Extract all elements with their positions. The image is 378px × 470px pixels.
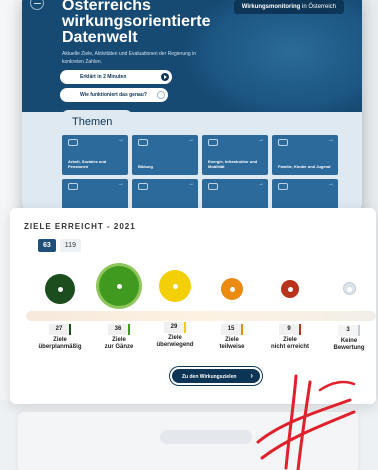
goal-label: Ziele nicht erreicht — [261, 337, 319, 351]
arrow-right-icon: → — [328, 181, 334, 187]
arrow-right-icon: → — [188, 181, 194, 187]
hero-title-line-2: wirkungsorientierte — [62, 13, 211, 30]
train-icon — [208, 139, 218, 146]
arrow-right-icon: → — [188, 137, 194, 143]
tile-label: Energie, Infrastruktur und Mobilität — [208, 159, 258, 169]
goal-label-line-1: Ziele — [53, 337, 67, 343]
goal-label: Ziele teilweise — [203, 337, 261, 351]
goal-ueberwiegend[interactable]: 29 Ziele überwiegend — [146, 270, 204, 349]
site-badge[interactable]: Wirkungsmonitoring in Österreich — [233, 0, 344, 14]
goal-count: 36 — [108, 324, 130, 335]
badge-bold: Wirkungsmonitoring — [241, 4, 301, 10]
tile-label: Familie, Kinder und Jugend — [278, 164, 331, 169]
goal-circle — [221, 278, 243, 300]
goal-label-line-2: nicht erreicht — [270, 344, 309, 350]
goal-label-line-2: teilweise — [219, 344, 245, 350]
play-icon — [161, 73, 169, 81]
goal-keine-bewertung[interactable]: 3 Keine Bewertung — [320, 278, 378, 352]
arrow-right-icon: → — [258, 181, 264, 187]
arrow-icon — [157, 91, 165, 99]
goals-cta-label: Zu den Wirkungszielen — [182, 374, 237, 380]
arrow-right-icon: → — [118, 137, 124, 143]
goals-cta-button[interactable]: Zu den Wirkungszielen › — [170, 367, 262, 385]
how-it-works-label: Wie funktioniert das genau? — [80, 92, 147, 98]
tile-bildung[interactable]: → Bildung — [132, 135, 198, 175]
goal-count: 27 — [49, 324, 71, 335]
goal-nicht-erreicht[interactable]: 9 Ziele nicht erreicht — [261, 276, 319, 351]
building-icon — [278, 183, 288, 190]
goal-ueberplanmaessig[interactable]: 27 Ziele überplanmäßig — [31, 274, 89, 351]
explainer-video-button[interactable]: Erklärt in 2 Minuten — [60, 70, 172, 84]
goal-count: 9 — [279, 324, 301, 335]
family-icon — [278, 139, 288, 146]
how-it-works-button[interactable]: Wie funktioniert das genau? — [60, 88, 168, 102]
goal-circle — [342, 282, 356, 295]
goals-tabs: 63 119 — [38, 239, 81, 252]
goal-label-line-2: Bewertung — [333, 345, 365, 351]
goal-label: Ziele zur Gänze — [90, 337, 148, 351]
tile-label: Arbeit, Soziales und Pensionen — [68, 159, 107, 169]
hero-title-line-1: Österreichs — [62, 0, 151, 14]
themen-heading: Themen — [62, 110, 132, 132]
arrow-right-icon: → — [328, 137, 334, 143]
goal-label: Ziele überwiegend — [146, 335, 204, 349]
work-icon — [68, 139, 78, 146]
tile-energie[interactable]: → Energie, Infrastruktur und Mobilität — [202, 135, 268, 175]
faded-button[interactable] — [160, 430, 252, 444]
goal-label-line-2: überwiegend — [156, 342, 194, 348]
badge-rest: in Österreich — [301, 4, 336, 10]
hero-subtitle: Aktuelle Ziele, Aktivitäten und Evaluati… — [62, 51, 196, 65]
goal-circle — [45, 274, 75, 304]
book-icon — [138, 139, 148, 146]
tile-arbeit[interactable]: → Arbeit, Soziales und Pensionen — [62, 135, 128, 175]
goal-circle — [281, 280, 299, 298]
goal-label-line-1: Keine — [340, 338, 358, 344]
red-scribble-mark — [256, 374, 356, 470]
hero-title-line-3: Datenwelt — [62, 29, 138, 46]
goal-label-line-1: Ziele — [283, 337, 297, 343]
goals-title: ZIELE ERREICHT - 2021 — [24, 222, 136, 231]
goal-label: Ziele überplanmäßig — [31, 337, 89, 351]
goal-teilweise[interactable]: 15 Ziele teilweise — [203, 274, 261, 351]
goal-count: 29 — [164, 322, 186, 333]
goal-circle — [99, 266, 139, 306]
heart-icon — [68, 183, 78, 190]
tile-label: Bildung — [138, 164, 153, 169]
hero-panel: Wirkungsmonitoring in Österreich Österre… — [22, 0, 362, 214]
money-icon — [208, 183, 218, 190]
goal-count: 3 — [338, 325, 360, 336]
hero-title: Österreichs wirkungsorientierte Datenwel… — [62, 0, 210, 46]
goal-zur-gaenze[interactable]: 36 Ziele zur Gänze — [90, 266, 148, 351]
goal-label-line-1: Ziele — [225, 337, 239, 343]
goal-label-line-2: zur Gänze — [104, 344, 134, 350]
goal-label-line-1: Ziele — [112, 337, 126, 343]
arrow-right-icon: → — [258, 137, 264, 143]
arrow-right-icon: → — [118, 181, 124, 187]
tile-familie[interactable]: → Familie, Kinder und Jugend — [272, 135, 338, 175]
goal-count: 15 — [221, 324, 243, 335]
leaf-icon — [138, 183, 148, 190]
goal-label-line-1: Ziele — [168, 335, 182, 341]
explainer-video-label: Erklärt in 2 Minuten — [80, 74, 127, 80]
goal-circle — [159, 270, 191, 302]
goal-label: Keine Bewertung — [320, 338, 378, 352]
tab-63[interactable]: 63 — [38, 239, 56, 252]
menu-icon[interactable] — [30, 0, 44, 10]
goal-label-line-2: überplanmäßig — [38, 344, 82, 350]
tab-119[interactable]: 119 — [59, 239, 81, 252]
